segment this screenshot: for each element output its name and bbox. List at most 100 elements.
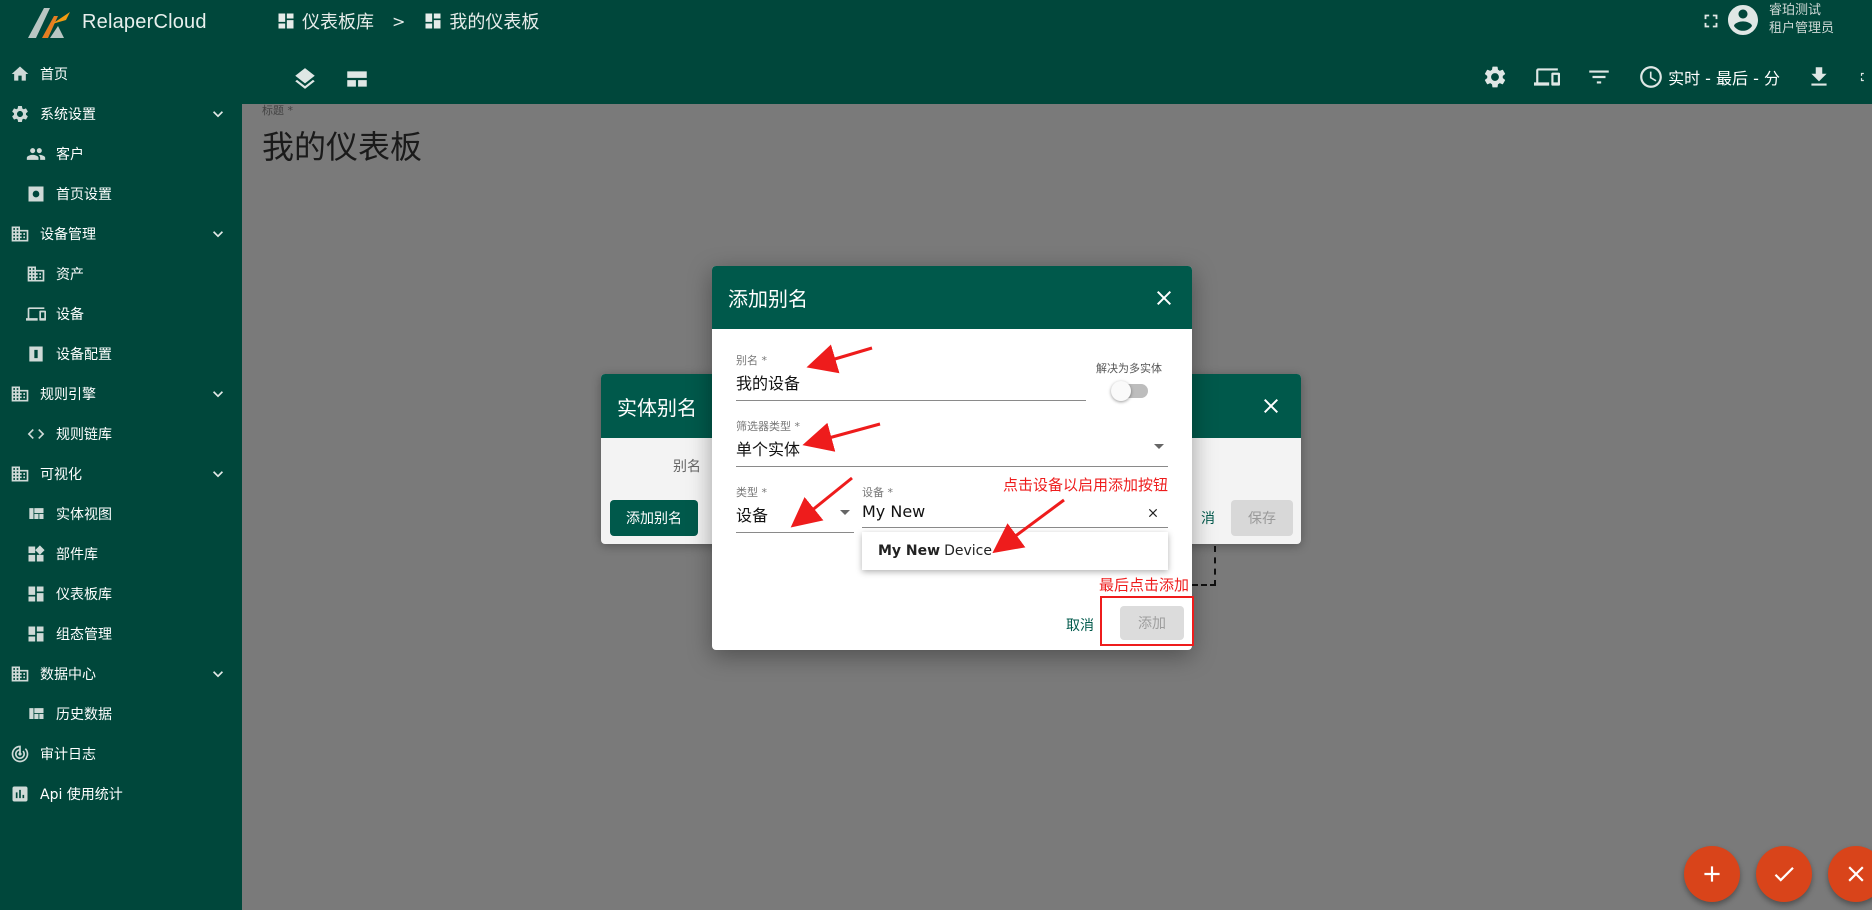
sidebar-item-label: 客户 [56, 147, 84, 163]
clear-icon[interactable] [1146, 506, 1160, 520]
sidebar-item-label: 审计日志 [40, 747, 96, 763]
filter-type-value: 单个实体 [736, 440, 801, 459]
building-icon [11, 226, 29, 242]
entity-type-value: 设备 [736, 506, 769, 525]
sidebar-item[interactable]: Api 使用统计 [0, 774, 242, 814]
sidebar-item-label: 数据中心 [40, 667, 96, 683]
dashboard-icon [28, 586, 44, 602]
alias-input[interactable]: 我的设备 [736, 370, 1086, 394]
brand-logo[interactable]: RelaperCloud [24, 4, 207, 40]
sidebar-item[interactable]: 规则链库 [0, 414, 242, 454]
sidebar-item-label: 实体视图 [56, 507, 112, 523]
user-role: 租户管理员 [1768, 21, 1834, 36]
sidebar-item-label: 系统设置 [40, 107, 96, 123]
devices-icon [26, 307, 46, 321]
close-icon[interactable] [1259, 394, 1283, 418]
sidebar-item[interactable]: 数据中心 [0, 654, 242, 694]
entity-aliases-title: 实体别名 [617, 395, 697, 420]
sidebar-item[interactable]: 首页 [0, 54, 242, 94]
sidebar-item[interactable]: 设备管理 [0, 214, 242, 254]
view-quilt-icon [29, 508, 44, 519]
sidebar-item-label: 首页 [40, 67, 68, 83]
alias-field[interactable]: 别名 * 我的设备 [736, 352, 1086, 401]
brand-name: RelaperCloud [82, 10, 207, 33]
expand-icon[interactable] [1858, 64, 1872, 90]
annotation-click-add: 最后点击添加 [1099, 576, 1190, 594]
chevron-down-icon [213, 671, 223, 678]
user-menu[interactable]: 睿珀测试 租户管理员 [1725, 2, 1834, 38]
annotation-click-device: 点击设备以启用添加按钮 [1003, 476, 1169, 494]
view-quilt-icon [29, 708, 44, 719]
add-alias-button[interactable]: 添加别名 [610, 500, 698, 536]
resolve-multiple-toggle[interactable] [1111, 381, 1148, 401]
apply-changes-fab[interactable] [1756, 846, 1812, 902]
cancel-button[interactable]: 取消 [1066, 615, 1094, 635]
settings-box-icon [28, 186, 44, 202]
sidebar-item[interactable]: 组态管理 [0, 614, 242, 654]
sidebar-item[interactable]: 系统设置 [0, 94, 242, 134]
device-input[interactable]: My New [862, 502, 1168, 521]
top-toolbar: 仪表板库 > 我的仪表板 睿珀测试 租户管理员 实时 - 最后 - 分 [242, 0, 1872, 104]
dashboard-actions: 实时 - 最后 - 分 [1482, 64, 1872, 90]
sidebar-item[interactable]: 规则引擎 [0, 374, 242, 414]
filter-type-select[interactable]: 筛选器类型 * 单个实体 [736, 418, 1168, 467]
add-alias-title: 添加别名 [728, 287, 808, 311]
settings-icon[interactable] [1482, 64, 1508, 90]
sidebar: RelaperCloud 首页系统设置客户首页设置设备管理资产 设备设备配置规则引… [0, 0, 242, 910]
time-window-selector[interactable]: 实时 - 最后 - 分 [1638, 64, 1780, 90]
user-name: 睿珀测试 [1768, 3, 1821, 18]
layers-icon[interactable] [292, 66, 318, 92]
bar-chart-icon [12, 786, 28, 802]
sidebar-item[interactable]: 部件库 [0, 534, 242, 574]
sidebar-item-label: 组态管理 [56, 627, 112, 643]
sidebar-item[interactable]: 可视化 [0, 454, 242, 494]
sidebar-item-label: 规则链库 [56, 427, 112, 443]
download-icon[interactable] [1806, 64, 1832, 90]
resolve-multiple-label: 解决为多实体 [1096, 362, 1162, 375]
layout-icon[interactable] [344, 66, 370, 92]
sidebar-item[interactable]: 首页设置 [0, 174, 242, 214]
sidebar-item[interactable]: 设备 [0, 294, 242, 334]
sidebar-item[interactable]: 仪表板库 [0, 574, 242, 614]
building-icon [11, 466, 29, 482]
dashboard-tools [292, 66, 370, 92]
sidebar-item-label: 设备管理 [40, 227, 96, 243]
fullscreen-icon[interactable] [1700, 10, 1722, 32]
chevron-down-icon [213, 471, 223, 478]
filter-icon[interactable] [1586, 64, 1612, 90]
sidebar-item-label: 可视化 [40, 467, 82, 483]
dashed-connector [1192, 584, 1216, 586]
close-icon[interactable] [1152, 286, 1176, 310]
device-suggestion-option[interactable]: My New Device [862, 532, 1168, 570]
dashboard-icon [28, 626, 44, 642]
people-icon [26, 148, 46, 160]
sidebar-item-label: 历史数据 [56, 707, 112, 723]
devices-icon[interactable] [1534, 64, 1561, 90]
chevron-down-icon [840, 510, 850, 515]
building-icon [11, 386, 29, 402]
sidebar-item-label: Api 使用统计 [40, 787, 123, 803]
sidebar-item[interactable]: 历史数据 [0, 694, 242, 734]
sidebar-item-label: 设备配置 [56, 347, 112, 363]
chevron-down-icon [1154, 444, 1164, 449]
sidebar-item[interactable]: 审计日志 [0, 734, 242, 774]
sidebar-item[interactable]: 设备配置 [0, 334, 242, 374]
check-icon [1774, 867, 1794, 882]
entity-type-select[interactable]: 类型 * 设备 [736, 484, 854, 533]
sidebar-item[interactable]: 客户 [0, 134, 242, 174]
breadcrumb-current-label: 我的仪表板 [449, 12, 540, 33]
sidebar-item[interactable]: 资产 [0, 254, 242, 294]
sidebar-item-label: 仪表板库 [56, 587, 112, 603]
clock-icon [1640, 66, 1662, 88]
entity-aliases-save-button[interactable]: 保存 [1231, 500, 1293, 536]
add-widget-fab[interactable] [1684, 846, 1740, 902]
dashboard-title[interactable]: 我的仪表板 [262, 122, 422, 168]
brand-logo-icon [24, 4, 76, 40]
breadcrumb-dashboards-label: 仪表板库 [302, 12, 374, 33]
building-icon [11, 666, 29, 682]
sidebar-nav: 首页系统设置客户首页设置设备管理资产 设备设备配置规则引擎规则链库可视化实体视图部… [0, 54, 242, 814]
sidebar-item[interactable]: 实体视图 [0, 494, 242, 534]
breadcrumb-dashboards[interactable]: 仪表板库 [276, 8, 374, 34]
plus-icon [1704, 866, 1720, 882]
sidebar-item-label: 规则引擎 [40, 387, 96, 403]
